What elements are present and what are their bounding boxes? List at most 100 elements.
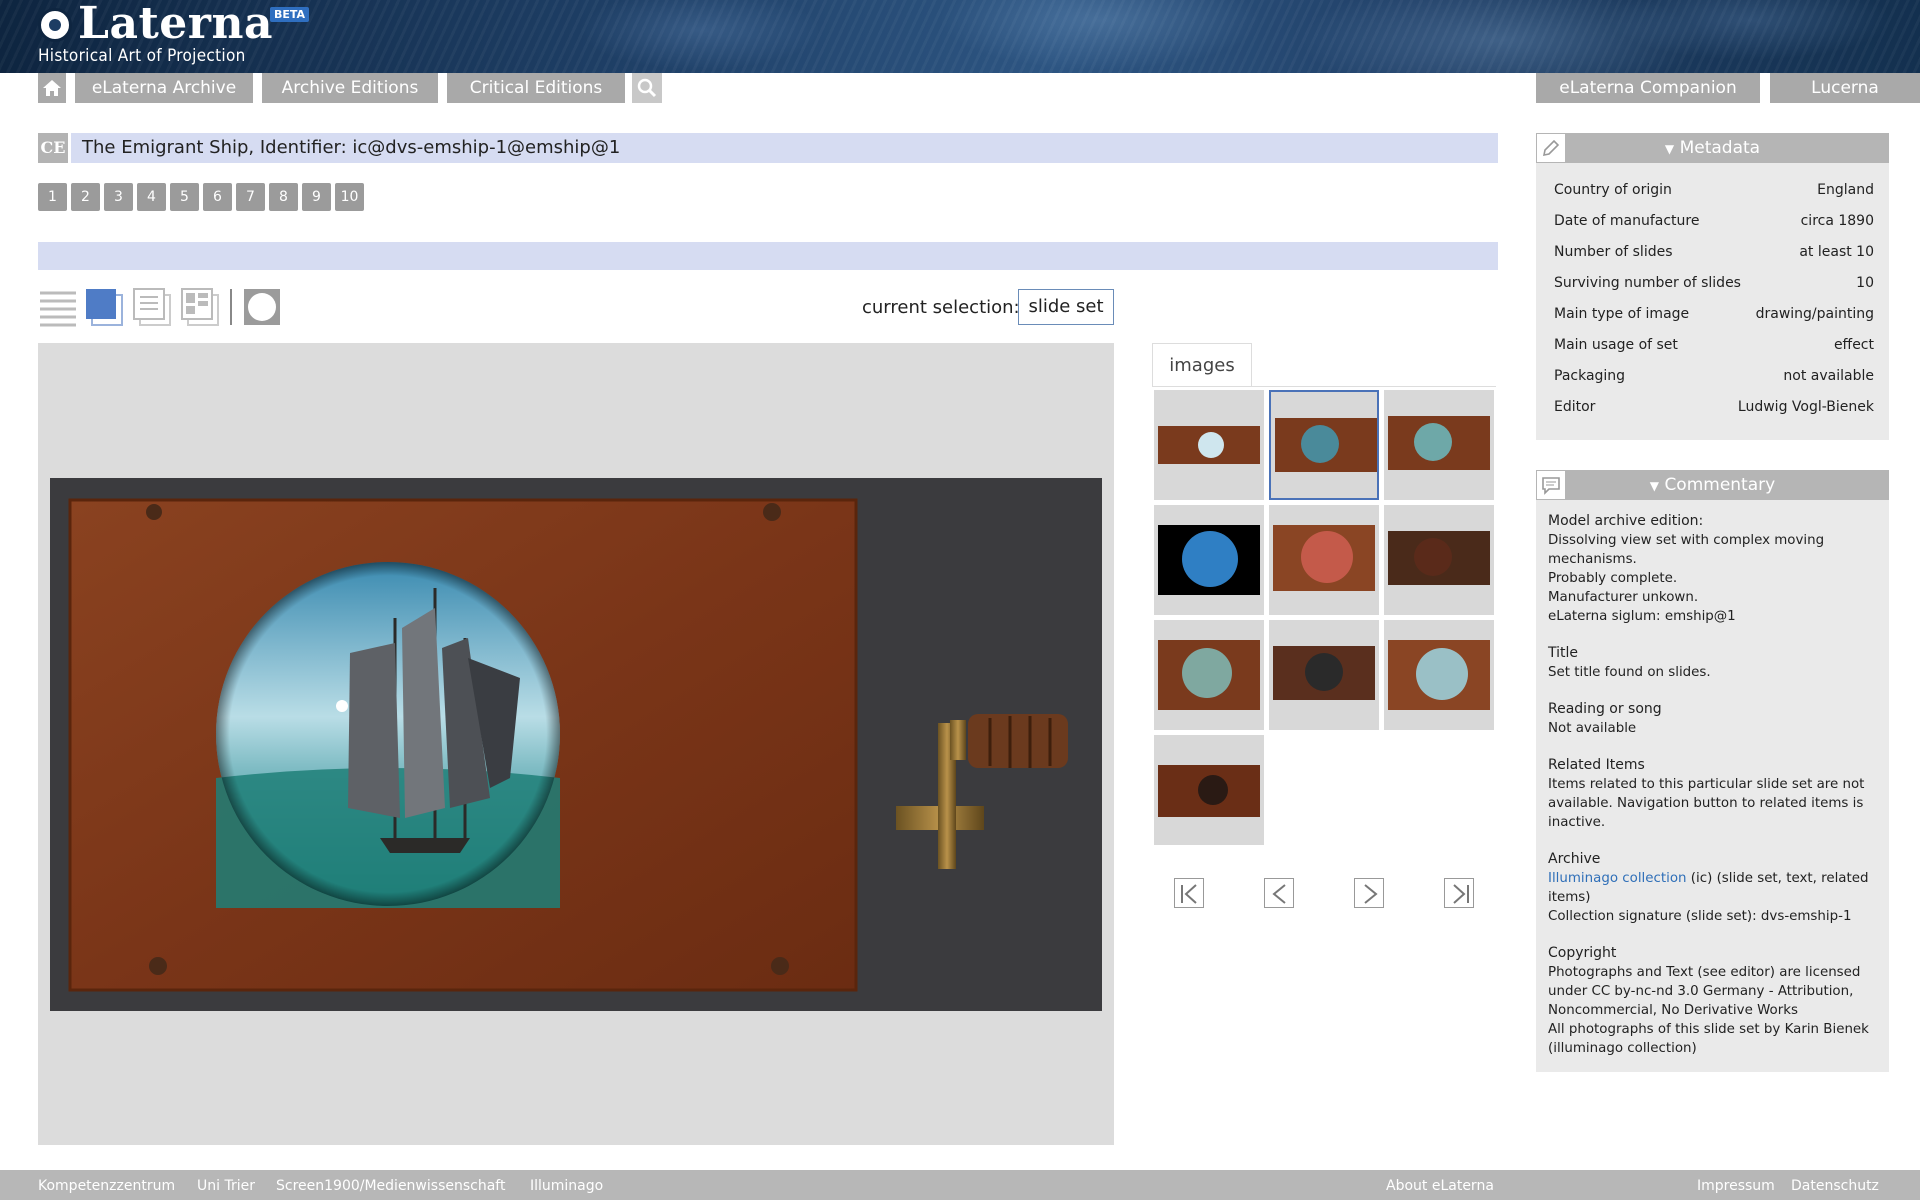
thumbnail-disk [1182,531,1238,587]
first-button[interactable] [1174,878,1204,908]
metadata-value: effect [1833,337,1874,353]
slide-illustration [50,478,1102,1011]
page-button-1[interactable]: 1 [38,183,67,211]
commentary-model-line: eLaterna siglum: emship@1 [1548,609,1736,624]
metadata-header[interactable]: ▼ Metadata [1536,133,1889,163]
comment-icon [1542,477,1560,495]
thumbnail-disk [1414,538,1452,576]
footer-link-impressum[interactable]: Impressum [1697,1178,1775,1194]
thumbnail-slide [1388,640,1490,710]
tab-elaterna-companion[interactable]: eLaterna Companion [1536,73,1760,103]
tab-images[interactable]: images [1152,343,1252,386]
footer-link-screen1900[interactable]: Screen1900/Medienwissenschaft [276,1178,505,1194]
tab-underline [1152,386,1496,387]
page-button-9[interactable]: 9 [302,183,331,211]
commentary-model-line: Probably complete. [1548,571,1678,586]
page-button-8[interactable]: 8 [269,183,298,211]
page-button-3[interactable]: 3 [104,183,133,211]
thumbnail-slide [1273,646,1375,700]
thumbnail-5[interactable] [1269,505,1379,615]
thumbnail-1[interactable] [1154,390,1264,500]
page-button-10[interactable]: 10 [335,183,364,211]
compare-view-icon[interactable] [180,287,220,327]
commentary-related-heading: Related Items [1548,757,1645,773]
thumbnail-slide [1388,531,1490,585]
metadata-row: Number of slides at least 10 [1554,244,1874,264]
metadata-key: Main type of image [1554,306,1690,322]
commentary-related-block: Related Items Items related to this part… [1548,756,1877,832]
thumbnail-disk [1416,648,1468,700]
circle-view-icon[interactable] [242,287,282,327]
metadata-key: Main usage of set [1554,337,1678,353]
tab-elaterna-archive[interactable]: eLaterna Archive [75,73,253,103]
thumbnail-2[interactable] [1269,390,1379,500]
page-button-7[interactable]: 7 [236,183,265,211]
thumbnail-4[interactable] [1154,505,1264,615]
thumbnail-slide [1273,525,1375,591]
metadata-key: Editor [1554,399,1596,415]
thumbnail-slide [1158,426,1260,464]
tab-archive-editions[interactable]: Archive Editions [262,73,438,103]
page-button-5[interactable]: 5 [170,183,199,211]
page-button-6[interactable]: 6 [203,183,232,211]
home-button[interactable] [38,73,66,103]
thumbnail-8[interactable] [1269,620,1379,730]
page-navigation: 1 2 3 4 5 6 7 8 9 10 [38,183,364,211]
commentary-archive-text: Illuminago collection (ic) (slide set, t… [1548,869,1877,907]
thumbnail-6[interactable] [1384,505,1494,615]
info-strip [38,242,1498,270]
metadata-value: 10 [1856,275,1874,291]
footer-link-uni-trier[interactable]: Uni Trier [197,1178,255,1194]
thumbnail-disk [1182,648,1232,698]
image-viewer[interactable] [38,343,1114,1145]
selection-value[interactable]: slide set [1018,289,1114,325]
commentary-heading: Commentary [1664,475,1776,495]
commentary-reading-text: Not available [1548,721,1637,736]
thumbnail-disk [1414,423,1452,461]
metadata-value: drawing/painting [1755,306,1874,322]
logo-title[interactable]: Laterna [78,0,273,49]
commentary-model-line: Dissolving view set with complex moving … [1548,533,1825,567]
search-button[interactable] [632,73,662,103]
commentary-copyright-text: Photographs and Text (see editor) are li… [1548,965,1861,1018]
metadata-caret-icon: ▼ [1664,142,1675,156]
logo-icon[interactable] [38,8,72,42]
metadata-edit-button[interactable] [1536,133,1566,163]
last-button[interactable] [1444,878,1474,908]
search-icon [637,78,657,98]
thumbnail-slide [1158,765,1260,817]
thumbnail-3[interactable] [1384,390,1494,500]
last-icon [1453,884,1469,904]
metadata-value: Ludwig Vogl-Bienek [1737,399,1874,415]
text-view-icon[interactable] [132,287,172,327]
first-icon [1181,884,1197,904]
thumbnail-9[interactable] [1384,620,1494,730]
thumbnail-disk [1301,531,1353,583]
tab-critical-editions[interactable]: Critical Editions [447,73,625,103]
page-button-4[interactable]: 4 [137,183,166,211]
slide-photo[interactable] [50,478,1102,1011]
thumbnail-7[interactable] [1154,620,1264,730]
metadata-key: Date of manufacture [1554,213,1700,229]
list-view-icon[interactable] [38,287,78,327]
commentary-button[interactable] [1536,470,1566,500]
commentary-copyright-block: Copyright Photographs and Text (see edit… [1548,944,1877,1058]
tab-lucerna[interactable]: Lucerna [1770,73,1920,103]
thumbnail-10[interactable] [1154,735,1264,845]
commentary-reading-block: Reading or song Not available [1548,700,1877,738]
next-button[interactable] [1354,878,1384,908]
prev-button[interactable] [1264,878,1294,908]
metadata-row: Surviving number of slides 10 [1554,275,1874,295]
page-button-2[interactable]: 2 [71,183,100,211]
footer-link-illuminago[interactable]: Illuminago [530,1178,603,1194]
footer-link-about[interactable]: About eLaterna [1386,1178,1494,1194]
single-view-icon[interactable] [84,287,124,327]
metadata-row: Date of manufacture circa 1890 [1554,213,1874,233]
commentary-archive-heading: Archive [1548,851,1601,867]
illuminago-link[interactable]: Illuminago collection [1548,871,1687,886]
commentary-related-text: Items related to this particular slide s… [1548,777,1865,830]
commentary-header[interactable]: ▼ Commentary [1536,470,1889,500]
beta-badge: BETA [270,7,310,22]
footer-link-kompetenzzentrum[interactable]: Kompetenzzentrum [38,1178,175,1194]
footer-link-datenschutz[interactable]: Datenschutz [1791,1178,1879,1194]
